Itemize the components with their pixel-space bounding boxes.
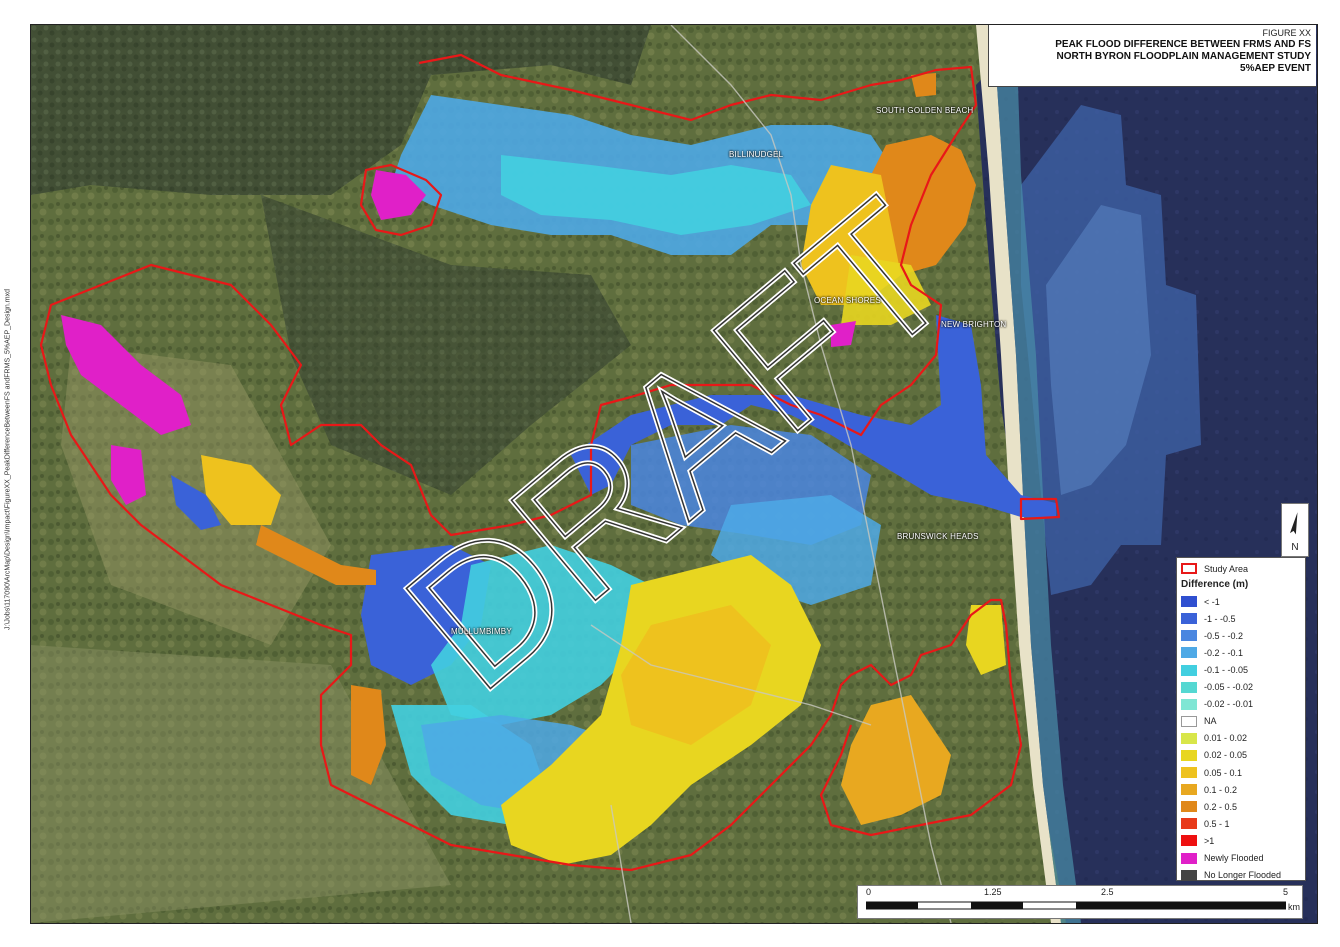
legend-label: < -1 <box>1204 596 1220 607</box>
legend-swatch <box>1181 749 1197 761</box>
study-area-swatch <box>1181 563 1197 575</box>
legend-swatch <box>1181 647 1197 659</box>
label-brunswick-heads: BRUNSWICK HEADS <box>897 532 979 541</box>
legend-label: 0.05 - 0.1 <box>1204 767 1243 778</box>
scale-unit: km <box>1288 902 1300 912</box>
legend-swatch <box>1181 852 1197 864</box>
legend-label: 0.2 - 0.5 <box>1204 801 1238 812</box>
legend-item: Newly Flooded <box>1181 850 1301 867</box>
legend-item: 0.01 - 0.02 <box>1181 730 1301 747</box>
legend-label: Newly Flooded <box>1204 853 1264 864</box>
legend-swatch <box>1181 664 1197 676</box>
legend-swatch <box>1181 784 1197 796</box>
scale-tick-0: 0 <box>866 887 872 897</box>
north-label: N <box>1291 542 1298 553</box>
title-line-2: NORTH BYRON FLOODPLAIN MANAGEMENT STUDY <box>1056 51 1311 62</box>
legend-item: -0.02 - -0.01 <box>1181 696 1301 713</box>
legend-label: -1 - -0.5 <box>1204 613 1236 624</box>
legend-swatch <box>1181 835 1197 847</box>
legend-heading: Difference (m) <box>1181 579 1249 591</box>
label-ocean-shores: OCEAN SHORES <box>814 296 881 305</box>
map-frame: DRAFT DRAFT SOUTH GOLDEN BEACH BILLINUDG… <box>30 24 1318 924</box>
legend-item: -0.5 - -0.2 <box>1181 627 1301 644</box>
legend-swatch <box>1181 732 1197 744</box>
legend-label: -0.5 - -0.2 <box>1204 630 1244 641</box>
legend-item: 0.5 - 1 <box>1181 815 1301 832</box>
label-south-golden-beach: SOUTH GOLDEN BEACH <box>876 106 974 115</box>
legend-classes: < -1 -1 - -0.5 -0.5 - -0.2 -0.2 - -0.1 -0.1 … <box>1181 593 1301 884</box>
legend-item: 0.2 - 0.5 <box>1181 798 1301 815</box>
legend-swatch <box>1181 630 1197 642</box>
legend-item: -1 - -0.5 <box>1181 610 1301 627</box>
title-line-1: PEAK FLOOD DIFFERENCE BETWEEN FRMS AND F… <box>1055 39 1311 50</box>
north-arrow-icon: N <box>1289 512 1299 553</box>
file-path-text: J:\Jobs\117090\ArcMap\Design\Impact\Figu… <box>4 289 12 630</box>
scale-tick-3: 5 <box>1283 887 1289 897</box>
legend-swatch <box>1181 715 1197 727</box>
legend-item: 0.02 - 0.05 <box>1181 747 1301 764</box>
legend-item: -0.05 - -0.02 <box>1181 679 1301 696</box>
legend-label: >1 <box>1204 835 1215 846</box>
legend-swatch <box>1181 698 1197 710</box>
title-line-3: 5%AEP EVENT <box>1240 63 1311 74</box>
legend-study-area: Study Area <box>1181 560 1301 577</box>
label-new-brighton: NEW BRIGHTON <box>941 320 1007 329</box>
legend-label: -0.1 - -0.05 <box>1204 665 1249 676</box>
legend-label: -0.02 - -0.01 <box>1204 699 1254 710</box>
legend-swatch <box>1181 613 1197 625</box>
title-block: FIGURE XX PEAK FLOOD DIFFERENCE BETWEEN … <box>988 25 1316 87</box>
legend-swatch <box>1181 869 1197 881</box>
legend-label: No Longer Flooded <box>1204 870 1282 881</box>
map-canvas: DRAFT DRAFT <box>31 25 1317 923</box>
legend-swatch <box>1181 767 1197 779</box>
label-billinudgel: BILLINUDGEL <box>729 150 784 159</box>
legend: Study Area Difference (m) < -1 -1 - -0.5 -… <box>1176 557 1306 881</box>
legend-item: NA <box>1181 713 1301 730</box>
legend-item: < -1 <box>1181 593 1301 610</box>
legend-label: -0.2 - -0.1 <box>1204 647 1244 658</box>
legend-swatch <box>1181 818 1197 830</box>
legend-item: >1 <box>1181 832 1301 849</box>
scale-tick-2: 2.5 <box>1101 887 1114 897</box>
legend-swatch <box>1181 596 1197 608</box>
legend-label: 0.5 - 1 <box>1204 818 1230 829</box>
legend-item: -0.1 - -0.05 <box>1181 661 1301 678</box>
north-arrow-box: N <box>1281 503 1309 557</box>
legend-label: 0.1 - 0.2 <box>1204 784 1238 795</box>
legend-item: No Longer Flooded <box>1181 867 1301 884</box>
legend-item: -0.2 - -0.1 <box>1181 644 1301 661</box>
legend-item: 0.1 - 0.2 <box>1181 781 1301 798</box>
legend-swatch <box>1181 801 1197 813</box>
legend-label: -0.05 - -0.02 <box>1204 682 1254 693</box>
legend-swatch <box>1181 681 1197 693</box>
scale-bar: 0 1.25 2.5 5 km <box>857 885 1303 919</box>
legend-label: 0.01 - 0.02 <box>1204 733 1248 744</box>
scale-tick-1: 1.25 <box>984 887 1002 897</box>
label-mullumbimby: MULLUMBIMBY <box>451 627 512 636</box>
legend-item: 0.05 - 0.1 <box>1181 764 1301 781</box>
legend-label: NA <box>1204 716 1217 727</box>
legend-study-area-label: Study Area <box>1204 563 1249 574</box>
legend-label: 0.02 - 0.05 <box>1204 750 1248 761</box>
figure-number: FIGURE XX <box>1262 28 1311 38</box>
scale-bar-graphic <box>866 901 1286 910</box>
